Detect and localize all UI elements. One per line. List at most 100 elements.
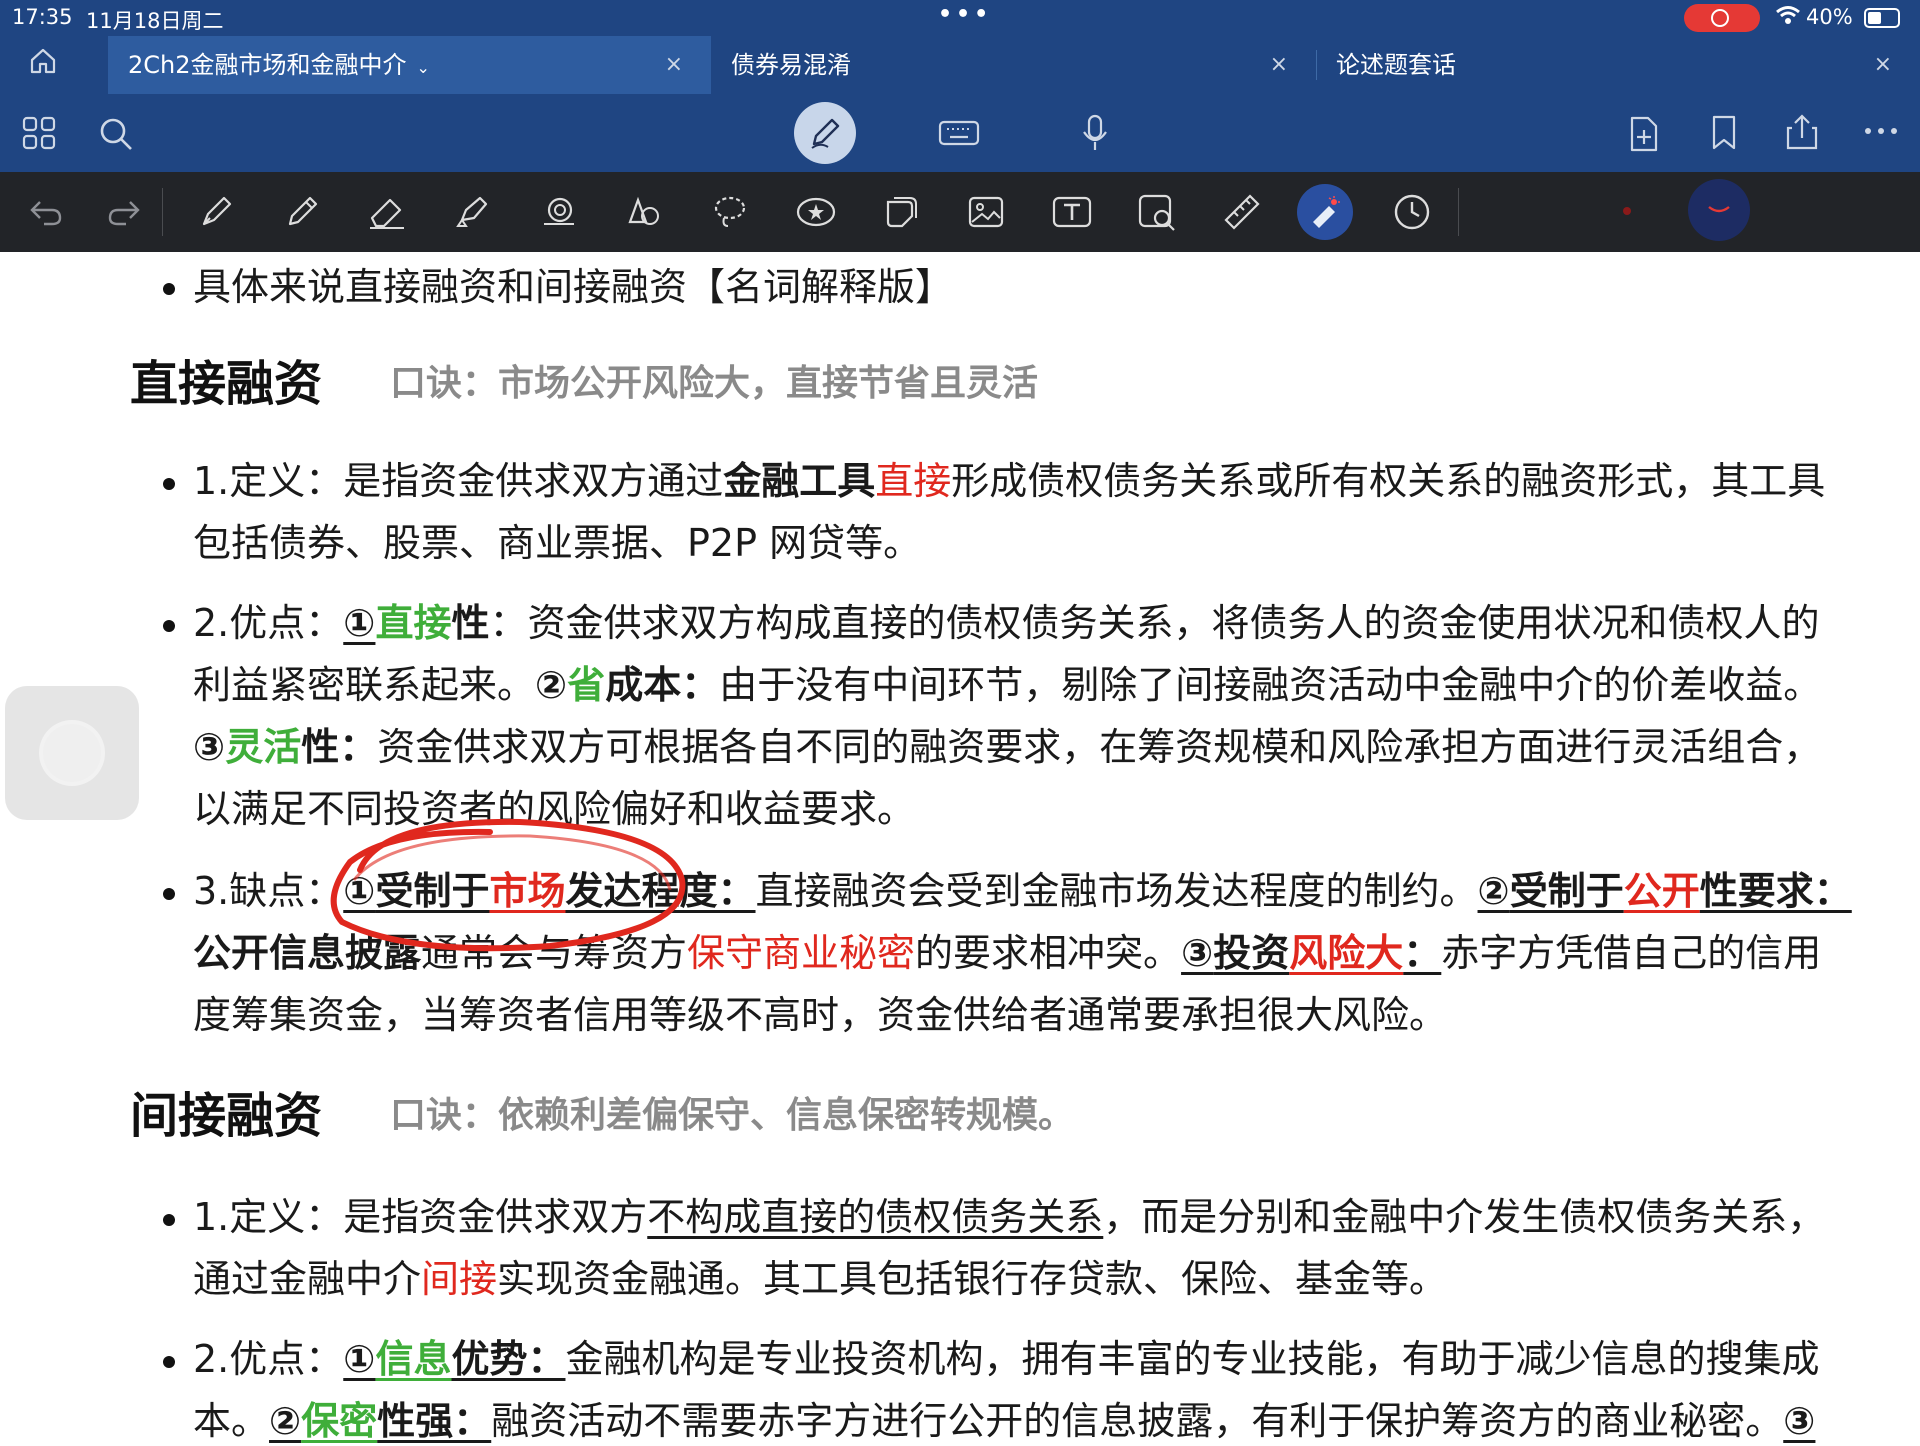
direct-finance-heading: 直接融资: [130, 356, 323, 412]
text-green: 直接: [375, 601, 452, 645]
indirect-advantages-line2: 本。②保密性强：融资活动不需要赤字方进行公开的信息披露，有利于保护筹资方的商业秘…: [193, 1396, 1815, 1446]
number-marker: ②: [1477, 869, 1510, 913]
assistive-touch-button[interactable]: [5, 686, 139, 820]
text-underlined: 不构成直接的债权债务关系: [647, 1195, 1104, 1239]
smile-stroke-icon: [1708, 206, 1730, 213]
number-marker: ③: [1783, 1399, 1816, 1443]
direct-definition-line1: 1.定义：是指资金供求双方通过金融工具直接形成债权债务关系或所有权关系的融资形式…: [193, 456, 1825, 506]
pencil-icon[interactable]: [282, 192, 322, 232]
multitask-dots[interactable]: •••: [938, 2, 992, 27]
text-bold: 成本：: [605, 663, 720, 707]
home-icon[interactable]: [28, 46, 58, 76]
tab-notebook[interactable]: 2Ch2金融市场和金融中介 ⌄ ×: [108, 36, 711, 94]
microphone-icon[interactable]: [1080, 114, 1110, 152]
redo-icon[interactable]: [104, 192, 144, 232]
text-green: 省: [567, 663, 606, 707]
ruler-icon[interactable]: [1222, 192, 1262, 232]
eraser-icon[interactable]: [366, 192, 408, 232]
color-picker-button[interactable]: [1688, 179, 1750, 241]
text-run: 由于没有中间环节，剔除了间接融资活动中金融中介的价差收益。: [719, 663, 1822, 707]
image-search-icon[interactable]: [1136, 192, 1178, 232]
text-red: 直接: [875, 459, 952, 503]
bullet: [163, 283, 175, 295]
grid-icon[interactable]: [22, 116, 56, 150]
undo-icon[interactable]: [26, 192, 66, 232]
intro-line: 具体来说直接融资和间接融资【名词解释版】: [193, 265, 954, 309]
tab-essay-phrases[interactable]: 论述题套话 ×: [1316, 36, 1920, 94]
indirect-definition-line1: 1.定义：是指资金供求双方不构成直接的债权债务关系，而是分别和金融中介发生债权债…: [193, 1192, 1825, 1242]
text-run: 融资活动不需要赤字方进行公开的信息披露，有利于保护筹资方的商业秘密。: [491, 1399, 1784, 1443]
bullet: [163, 888, 175, 900]
color-swatch-red[interactable]: [1623, 207, 1631, 215]
status-bar: 17:35 11月18日周二 ••• 40%: [0, 0, 1920, 36]
sticker-icon[interactable]: [794, 192, 838, 232]
highlighter-icon[interactable]: [452, 192, 492, 232]
text-bold: ：: [717, 869, 756, 913]
number-marker: ③: [1181, 931, 1214, 975]
direct-advantages-line3: ③灵活性：资金供求双方可根据各自不同的融资要求，在筹资规模和风险承担方面进行灵活…: [193, 722, 1821, 772]
note-page[interactable]: 具体来说直接融资和间接融资【名词解释版】 直接融资 口诀：市场公开风险大，直接节…: [0, 252, 1920, 1443]
number-marker: ①: [343, 1337, 376, 1381]
text-run: 1.定义：是指资金供求双方: [193, 1195, 648, 1239]
search-icon[interactable]: [98, 116, 134, 152]
shape-tool-icon[interactable]: [538, 192, 580, 232]
text-run: 本。: [193, 1399, 270, 1443]
tab-bond-confusion[interactable]: 债券易混淆 ×: [711, 36, 1316, 94]
text-run: 2.优点：: [193, 601, 344, 645]
text-run: 赤字方凭借自己的信用: [1441, 931, 1822, 975]
text-green: 灵活: [225, 725, 302, 769]
lasso-icon[interactable]: [710, 192, 750, 232]
bookmark-icon[interactable]: [1710, 114, 1738, 152]
close-icon[interactable]: ×: [665, 36, 683, 94]
screen-recording-indicator[interactable]: [1684, 4, 1760, 32]
shapes-icon[interactable]: [624, 192, 666, 232]
more-options-icon[interactable]: [1864, 126, 1898, 136]
number-marker: ②: [269, 1399, 302, 1443]
handwriting-mode-button[interactable]: [794, 102, 856, 164]
chevron-down-icon[interactable]: ⌄: [417, 58, 430, 77]
tab-label: 债券易混淆: [731, 51, 851, 79]
text-run: 2.优点：: [193, 1337, 344, 1381]
clock-icon[interactable]: [1392, 192, 1432, 232]
text-bold: 受制于: [1509, 869, 1624, 913]
text-green: 信息: [375, 1337, 452, 1381]
number-marker: ①: [343, 601, 376, 645]
text-red: 间接: [421, 1257, 498, 1301]
laser-pointer-button[interactable]: [1297, 184, 1353, 240]
text-run: 资金供求双方可根据各自不同的融资要求，在筹资规模和风险承担方面进行灵活组合，: [377, 725, 1822, 769]
battery-percent: 40%: [1806, 5, 1853, 29]
text-red: 公开: [1623, 869, 1700, 913]
top-chrome: 17:35 11月18日周二 ••• 40% 2Ch2金融市场和金融中介 ⌄ × …: [0, 0, 1920, 172]
close-icon[interactable]: ×: [1270, 36, 1288, 94]
text-green: 保密: [301, 1399, 378, 1443]
share-icon[interactable]: [1784, 112, 1820, 152]
toolbar-divider: [1458, 188, 1459, 236]
toolbar-divider: [162, 188, 163, 236]
bullet: [163, 620, 175, 632]
direct-definition-line2: 包括债券、股票、商业票据、P2P 网贷等。: [193, 521, 922, 565]
handwritten-circle-annotation: [330, 818, 686, 952]
fountain-pen-icon[interactable]: [196, 192, 236, 232]
image-icon[interactable]: [966, 192, 1006, 232]
main-toolbar: [0, 94, 1920, 172]
text-run: 的要求相冲突。: [915, 931, 1182, 975]
add-page-icon[interactable]: [1628, 114, 1660, 154]
keyboard-icon[interactable]: [938, 118, 980, 148]
text-red: 风险大: [1289, 931, 1404, 975]
status-date: 11月18日周二: [86, 9, 224, 33]
text-red: 保守商业秘密: [687, 931, 916, 975]
bullet: [163, 478, 175, 490]
record-icon: [1711, 9, 1729, 27]
text-run: 直接融资会受到金融市场发达程度的制约。: [755, 869, 1478, 913]
tab-label: 2Ch2金融市场和金融中介: [128, 51, 407, 79]
text-bold: 性: [451, 601, 490, 645]
wifi-icon: [1776, 6, 1800, 24]
indirect-finance-heading: 间接融资: [130, 1088, 323, 1144]
number-marker: ③: [193, 725, 226, 769]
text-run: ：资金供求双方构成直接的债权债务关系，将债务人的资金使用状况和债权人的: [489, 601, 1820, 645]
text-box-icon[interactable]: [1050, 192, 1094, 232]
close-icon[interactable]: ×: [1874, 36, 1892, 94]
text-bold: 投资: [1213, 931, 1290, 975]
text-bold: 性要求：: [1699, 869, 1852, 913]
sticky-note-icon[interactable]: [880, 192, 920, 232]
